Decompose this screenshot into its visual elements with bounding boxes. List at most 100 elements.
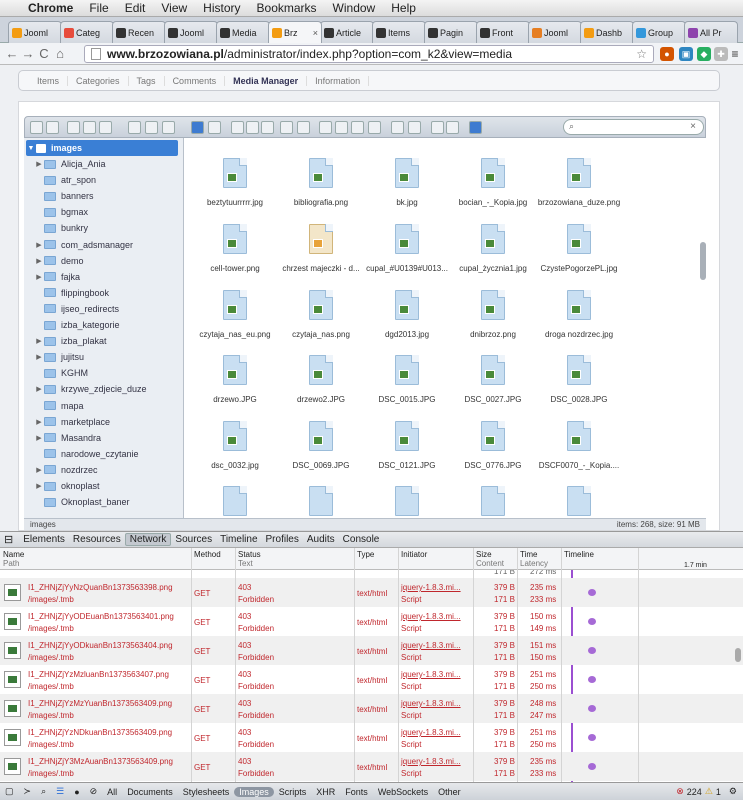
tree-folder-item[interactable]: izba_kategorie (24, 317, 183, 333)
file-item[interactable]: dgd2013.jpg (364, 290, 450, 354)
file-item[interactable]: DSC_0776.JPG (450, 421, 536, 485)
toolbar-forward-icon[interactable] (46, 121, 59, 134)
expand-arrow-icon[interactable]: ▶ (34, 160, 44, 168)
extension-icon-2[interactable]: ▣ (679, 47, 693, 61)
tab-label[interactable]: Categ (76, 28, 100, 38)
request-name[interactable]: I1_ZHNjZjYzMzYuanBn1373563409.png (28, 698, 172, 709)
network-row[interactable]: I1_ZHNjZjYzNDkuanBn1373563409.png/images… (0, 723, 743, 752)
toolbar-open-icon[interactable] (145, 121, 158, 134)
filter-websockets[interactable]: WebSockets (373, 787, 433, 797)
tab-label[interactable]: Media (232, 28, 257, 38)
tab-label[interactable]: Brz (284, 28, 298, 38)
error-count[interactable]: 224 (684, 787, 705, 797)
toolbar-extract-icon[interactable] (335, 121, 348, 134)
request-initiator[interactable]: jquery-1.8.3.mi... (401, 756, 461, 767)
request-name[interactable]: I1_ZHNjZjYzMzluanBn1373563407.png (28, 669, 169, 680)
reload-icon[interactable]: C (36, 46, 52, 61)
toolbar-copy-icon[interactable] (231, 121, 244, 134)
toolbar-view-list-icon[interactable] (408, 121, 421, 134)
toolbar-settings-icon[interactable] (446, 121, 459, 134)
file-item[interactable]: DSC_0069.JPG (278, 421, 364, 485)
network-row[interactable]: I1_ZHNjZjYyNzQuanBn1373563398.png/images… (0, 578, 743, 607)
tab-label[interactable]: Jooml (180, 28, 204, 38)
tab-label[interactable]: Front (492, 28, 513, 38)
error-count-icon[interactable]: ⊗ (676, 786, 684, 797)
filter-documents[interactable]: Documents (122, 787, 178, 797)
browser-tab[interactable]: Jooml (528, 21, 582, 43)
column-header-timeline[interactable]: Timeline (564, 550, 594, 559)
file-item[interactable]: CzystePogorzePL.jpg (536, 224, 622, 288)
tree-folder-item[interactable]: banners (24, 188, 183, 204)
browser-tab[interactable]: Front (476, 21, 530, 43)
expand-arrow-icon[interactable]: ▶ (34, 466, 44, 474)
file-item[interactable]: dnibrzoz.png (450, 290, 536, 354)
file-item[interactable]: chrzest majeczki - d... (278, 224, 364, 288)
expand-arrow-icon[interactable]: ▶ (34, 434, 44, 442)
tab-label[interactable]: Jooml (24, 28, 48, 38)
file-item[interactable]: droga nozdrzec.jpg (536, 290, 622, 354)
k2-tab-categories[interactable]: Categories (68, 75, 129, 86)
expand-arrow-icon[interactable]: ▶ (34, 241, 44, 249)
request-initiator[interactable]: jquery-1.8.3.mi... (401, 582, 461, 593)
browser-tab[interactable]: Categ (60, 21, 114, 43)
expand-arrow-icon[interactable]: ▶ (34, 337, 44, 345)
toolbar-duplicate-icon[interactable] (319, 121, 332, 134)
file-item[interactable]: czytaja_nas.png (278, 290, 364, 354)
column-header-status[interactable]: Status Text (238, 550, 261, 568)
tree-folder-item[interactable]: ▶ izba_plakat (24, 333, 183, 349)
menu-history[interactable]: History (195, 1, 248, 15)
column-header-size[interactable]: Size Content (476, 550, 504, 568)
column-header-type[interactable]: Type (357, 550, 374, 559)
k2-tab-comments[interactable]: Comments (165, 75, 226, 86)
network-row[interactable]: I1_ZHNjZjYyODkuanBn1373563404.png/images… (0, 636, 743, 665)
network-row-partial[interactable]: 171 B 272 ms (0, 570, 743, 578)
file-item-partial[interactable] (278, 486, 364, 518)
k2-tab-information[interactable]: Information (307, 75, 370, 86)
file-item[interactable]: drzewo.JPG (192, 355, 278, 419)
tree-folder-item[interactable]: narodowe_czytanie (24, 446, 183, 462)
file-grid-scrollbar[interactable] (700, 140, 706, 518)
clear-icon[interactable]: ⊘ (85, 786, 103, 797)
network-row[interactable]: I1_ZHNjZjYzMzluanBn1373563407.png/images… (0, 665, 743, 694)
tab-label[interactable]: Jooml (544, 28, 568, 38)
file-item[interactable]: DSC_0121.JPG (364, 421, 450, 485)
devtools-tab-profiles[interactable]: Profiles (262, 534, 303, 545)
request-initiator[interactable]: jquery-1.8.3.mi... (401, 669, 461, 680)
tab-close-icon[interactable]: × (313, 28, 318, 38)
chrome-menu-icon[interactable]: ≡ (728, 47, 742, 61)
tree-folder-item[interactable]: bgmax (24, 204, 183, 220)
filter-fonts[interactable]: Fonts (340, 787, 373, 797)
tab-label[interactable]: Article (336, 28, 361, 38)
search-icon[interactable]: ⌕ (36, 786, 51, 797)
file-item[interactable]: czytaja_nas_eu.png (192, 290, 278, 354)
toolbar-info-icon[interactable] (191, 121, 204, 134)
request-initiator[interactable]: jquery-1.8.3.mi... (401, 698, 461, 709)
browser-tab[interactable]: Dashb (580, 21, 634, 43)
scrollbar-thumb[interactable] (700, 242, 706, 280)
devtools-tab-resources[interactable]: Resources (69, 534, 125, 545)
record-icon[interactable]: ● (69, 787, 84, 797)
browser-tab[interactable]: All Pr (684, 21, 738, 43)
tree-folder-item[interactable]: ▶ com_adsmanager (24, 237, 183, 253)
toolbar-upload-icon[interactable] (83, 121, 96, 134)
browser-tab[interactable]: Items (372, 21, 426, 43)
tree-folder-item[interactable]: ▶ demo (24, 253, 183, 269)
expand-arrow-icon[interactable]: ▶ (34, 257, 44, 265)
dock-bottom-icon[interactable]: ▢ (0, 786, 19, 797)
request-initiator[interactable]: jquery-1.8.3.mi... (401, 611, 461, 622)
file-item-partial[interactable] (450, 486, 536, 518)
toolbar-cut-icon[interactable] (246, 121, 259, 134)
tab-label[interactable]: Dashb (596, 28, 622, 38)
file-item[interactable]: bocian_-_Kopia.jpg (450, 158, 536, 222)
column-header-initiator[interactable]: Initiator (401, 550, 427, 559)
toolbar-edit-icon[interactable] (162, 121, 175, 134)
menu-file[interactable]: File (81, 1, 116, 15)
warning-count[interactable]: 1 (713, 787, 729, 797)
browser-tab[interactable]: Brz × (268, 21, 322, 43)
request-name[interactable]: I1_ZHNjZjYyODEuanBn1373563401.png (28, 611, 174, 622)
tree-folder-item[interactable]: ▶ Masandra (24, 430, 183, 446)
address-bar[interactable]: www.brzozowiana.pl /administrator/index.… (84, 45, 654, 63)
network-row[interactable]: I1_ZHNjZjYzMzYuanBn1373563409.png/images… (0, 694, 743, 723)
browser-tab[interactable]: Pagin (424, 21, 478, 43)
home-icon[interactable]: ⌂ (52, 46, 68, 61)
